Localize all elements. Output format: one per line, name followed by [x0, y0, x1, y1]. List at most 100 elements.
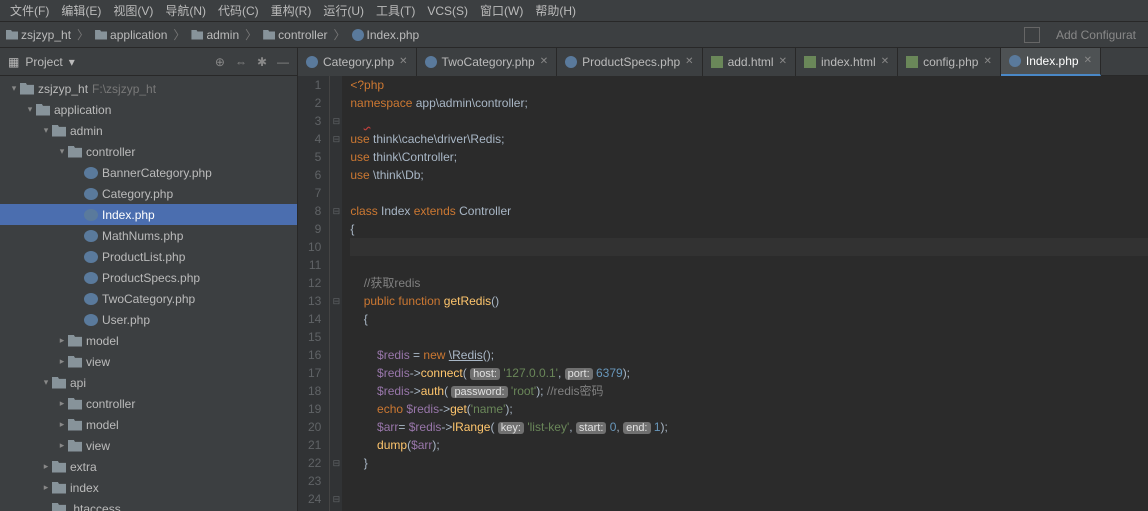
tree-row[interactable]: Category.php	[0, 183, 297, 204]
tree-row[interactable]: zsjzyp_htF:\zsjzyp_ht	[0, 78, 297, 99]
code-line[interactable]: {	[350, 310, 1148, 328]
menu-item[interactable]: VCS(S)	[421, 4, 474, 18]
tree-row[interactable]: BannerCategory.php	[0, 162, 297, 183]
fold-marker[interactable]: ⊟	[330, 202, 342, 220]
editor-tab[interactable]: TwoCategory.php✕	[417, 48, 558, 76]
breadcrumb-item[interactable]: controller	[263, 28, 327, 42]
menu-item[interactable]: 重构(R)	[265, 2, 318, 19]
add-configuration[interactable]: Add Configurat	[1050, 28, 1142, 42]
fold-marker[interactable]	[330, 400, 342, 418]
tab-close-icon[interactable]: ✕	[685, 56, 693, 67]
menu-item[interactable]: 视图(V)	[107, 2, 159, 19]
fold-marker[interactable]: ⊟	[330, 292, 342, 310]
collapse-icon[interactable]: ⇔	[235, 55, 247, 69]
tree-row[interactable]: view	[0, 435, 297, 456]
editor-tab[interactable]: config.php✕	[898, 48, 1001, 76]
fold-marker[interactable]: ⊟	[330, 112, 342, 130]
fold-marker[interactable]: ⊟	[330, 490, 342, 508]
editor-tab[interactable]: add.html✕	[703, 48, 796, 76]
code-line[interactable]: $redis->connect( host: '127.0.0.1', port…	[350, 364, 1148, 382]
fold-marker[interactable]	[330, 346, 342, 364]
tree-row[interactable]: extra	[0, 456, 297, 477]
tree-row[interactable]: ProductList.php	[0, 246, 297, 267]
menu-item[interactable]: 运行(U)	[317, 2, 370, 19]
code-line[interactable]: echo $redis->get('name');	[350, 400, 1148, 418]
fold-marker[interactable]	[330, 274, 342, 292]
code-line[interactable]: use think\cache\driver\Redis;	[350, 130, 1148, 148]
code-line[interactable]	[350, 256, 1148, 274]
fold-gutter[interactable]: ⊟⊟⊟⊟⊟⊟	[330, 76, 342, 511]
tree-row[interactable]: MathNums.php	[0, 225, 297, 246]
tree-row[interactable]: ProductSpecs.php	[0, 267, 297, 288]
code-line[interactable]: class Index extends Controller	[350, 202, 1148, 220]
fold-marker[interactable]	[330, 436, 342, 454]
fold-marker[interactable]: ⊟	[330, 130, 342, 148]
tree-row[interactable]: application	[0, 99, 297, 120]
tree-row[interactable]: api	[0, 372, 297, 393]
fold-marker[interactable]	[330, 256, 342, 274]
editor-tab[interactable]: Category.php✕	[298, 48, 417, 76]
breadcrumb-item[interactable]: admin	[191, 28, 239, 42]
tree-arrow-icon[interactable]	[56, 356, 68, 367]
tree-row[interactable]: Index.php	[0, 204, 297, 225]
code-line[interactable]: <?php	[350, 76, 1148, 94]
code-line[interactable]: use think\Controller;	[350, 148, 1148, 166]
fold-marker[interactable]	[330, 166, 342, 184]
tree-row[interactable]: controller	[0, 393, 297, 414]
locate-icon[interactable]: ⊕	[215, 55, 225, 69]
code-line[interactable]: $redis->auth( password: 'root'); //redis…	[350, 382, 1148, 400]
menu-item[interactable]: 工具(T)	[370, 2, 421, 19]
breadcrumb-item[interactable]: application	[95, 28, 167, 42]
code-line[interactable]: $arr= $redis->lRange( key: 'list-key', s…	[350, 418, 1148, 436]
code-line[interactable]: {	[350, 220, 1148, 238]
breadcrumb-item[interactable]: Index.php	[352, 28, 420, 42]
code-line[interactable]	[350, 238, 1148, 256]
tree-row[interactable]: admin	[0, 120, 297, 141]
tree-row[interactable]: TwoCategory.php	[0, 288, 297, 309]
tree-arrow-icon[interactable]	[40, 482, 52, 493]
code-line[interactable]: public function getRedis()	[350, 292, 1148, 310]
tree-arrow-icon[interactable]	[24, 104, 36, 115]
fold-marker[interactable]	[330, 184, 342, 202]
fold-marker[interactable]	[330, 382, 342, 400]
tree-arrow-icon[interactable]	[56, 146, 68, 157]
tree-arrow-icon[interactable]	[56, 419, 68, 430]
fold-marker[interactable]	[330, 418, 342, 436]
tree-arrow-icon[interactable]	[56, 440, 68, 451]
tree-row[interactable]: User.php	[0, 309, 297, 330]
tree-arrow-icon[interactable]	[8, 83, 20, 94]
tab-close-icon[interactable]: ✕	[983, 56, 991, 67]
tab-close-icon[interactable]: ✕	[1084, 55, 1092, 66]
code-line[interactable]	[350, 112, 1148, 130]
tree-arrow-icon[interactable]	[56, 398, 68, 409]
breadcrumb-item[interactable]: zsjzyp_ht	[6, 28, 71, 42]
menu-item[interactable]: 帮助(H)	[529, 2, 582, 19]
tree-arrow-icon[interactable]	[40, 125, 52, 136]
tab-close-icon[interactable]: ✕	[881, 56, 889, 67]
code-line[interactable]	[350, 472, 1148, 490]
tree-row[interactable]: index	[0, 477, 297, 498]
tree-row[interactable]: model	[0, 414, 297, 435]
code-content[interactable]: <?phpnamespace app\admin\controller; use…	[342, 76, 1148, 511]
dropdown-arrow-icon[interactable]: ▾	[69, 55, 75, 69]
tree-row[interactable]: model	[0, 330, 297, 351]
toolbar-icon[interactable]	[1024, 27, 1040, 43]
tree-row[interactable]: controller	[0, 141, 297, 162]
code-line[interactable]: //获取redis	[350, 274, 1148, 292]
fold-marker[interactable]	[330, 220, 342, 238]
code-area[interactable]: 123456789101112131415161718192021222324 …	[298, 76, 1148, 511]
code-line[interactable]: dump($arr);	[350, 436, 1148, 454]
tree-row[interactable]: .htaccess	[0, 498, 297, 511]
tab-close-icon[interactable]: ✕	[399, 56, 407, 67]
code-line[interactable]: namespace app\admin\controller;	[350, 94, 1148, 112]
tree-row[interactable]: view	[0, 351, 297, 372]
tree-arrow-icon[interactable]	[40, 377, 52, 388]
menu-item[interactable]: 窗口(W)	[474, 2, 529, 19]
menu-item[interactable]: 导航(N)	[159, 2, 212, 19]
menu-item[interactable]: 文件(F)	[4, 2, 55, 19]
menu-item[interactable]: 代码(C)	[212, 2, 265, 19]
fold-marker[interactable]	[330, 364, 342, 382]
fold-marker[interactable]	[330, 310, 342, 328]
fold-marker[interactable]	[330, 76, 342, 94]
menu-item[interactable]: 编辑(E)	[55, 2, 107, 19]
